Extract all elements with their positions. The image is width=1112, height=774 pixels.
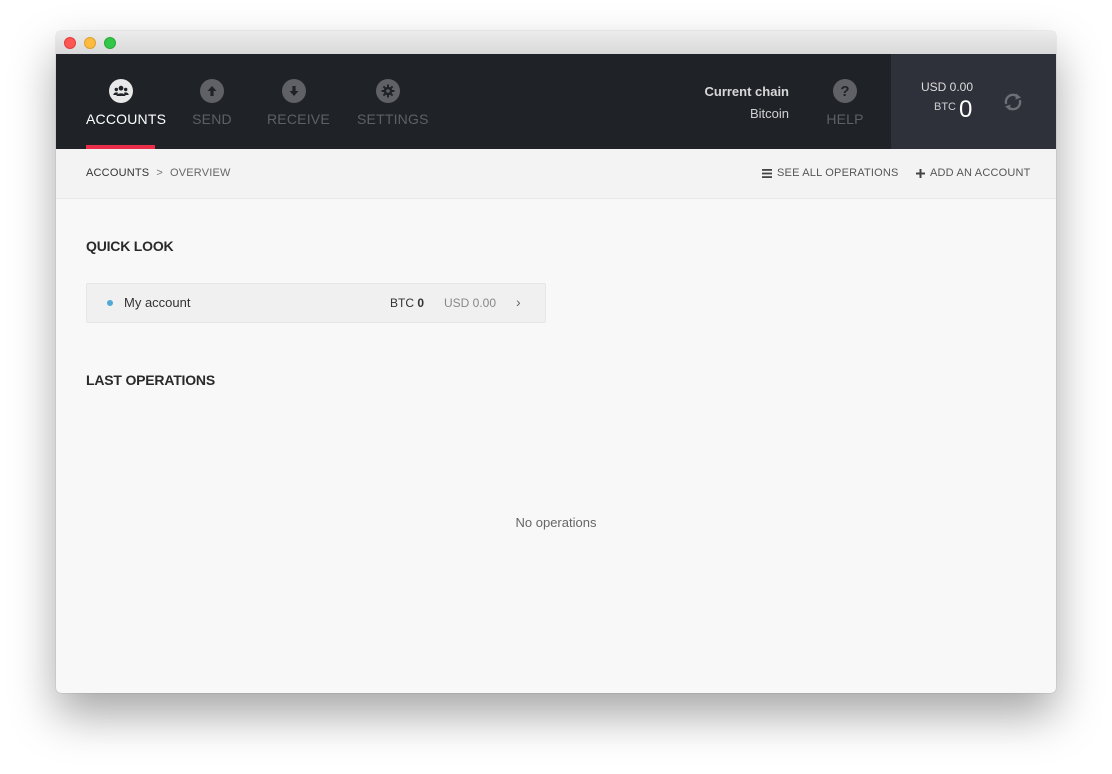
nav-help[interactable]: ? HELP [824, 54, 866, 149]
current-chain[interactable]: Current chain Bitcoin [704, 84, 789, 121]
nav-settings[interactable]: SETTINGS [357, 54, 429, 149]
top-navigation-bar: ACCOUNTS SEND RECEIVE SETTINGS Current c… [56, 54, 1056, 149]
nav-send[interactable]: SEND [192, 54, 232, 149]
maximize-window-button[interactable] [104, 37, 116, 49]
add-account-button[interactable]: ADD AN ACCOUNT [916, 167, 1031, 179]
gear-icon [376, 79, 400, 103]
list-icon [762, 168, 772, 178]
sub-header-bar: ACCOUNTS > OVERVIEW SEE ALL OPERATIONS ADD… [56, 149, 1056, 199]
account-btc-balance: BTC 0 [390, 296, 424, 310]
nav-accounts[interactable]: ACCOUNTS [86, 54, 167, 149]
account-usd-balance: USD 0.00 [444, 296, 497, 310]
current-chain-name: Bitcoin [749, 106, 789, 121]
chevron-right-icon: › [516, 294, 521, 310]
account-btc-value: 0 [417, 296, 425, 310]
account-name: My account [124, 295, 191, 310]
breadcrumb-overview: OVERVIEW [169, 167, 231, 179]
close-window-button[interactable] [64, 37, 76, 49]
breadcrumb-accounts[interactable]: ACCOUNTS [86, 167, 149, 179]
nav-accounts-label: ACCOUNTS [86, 111, 167, 127]
balance-panel: USD 0.00 BTC 0 [891, 54, 1056, 149]
accounts-icon [108, 79, 133, 103]
question-icon: ? [833, 79, 857, 103]
nav-receive[interactable]: RECEIVE [267, 54, 330, 149]
app-window: ACCOUNTS SEND RECEIVE SETTINGS Current c… [56, 31, 1056, 693]
current-chain-title: Current chain [704, 84, 789, 99]
account-card[interactable]: My account BTC 0 USD 0.00 › [86, 283, 546, 323]
breadcrumb-separator: > [156, 167, 163, 179]
see-all-operations-label: SEE ALL OPERATIONS [777, 167, 899, 179]
balance-btc-label: BTC [934, 101, 956, 113]
nav-settings-label: SETTINGS [357, 111, 429, 127]
arrow-up-icon [200, 79, 224, 103]
see-all-operations-button[interactable]: SEE ALL OPERATIONS [762, 167, 899, 179]
quick-look-title: QUICK LOOK [86, 238, 174, 254]
account-status-dot [107, 300, 113, 306]
last-operations-title: LAST OPERATIONS [86, 372, 215, 388]
account-btc-label: BTC [390, 296, 414, 310]
minimize-window-button[interactable] [84, 37, 96, 49]
add-account-label: ADD AN ACCOUNT [930, 167, 1031, 179]
breadcrumb: ACCOUNTS > OVERVIEW [86, 167, 231, 179]
arrow-down-icon [282, 79, 306, 103]
nav-receive-label: RECEIVE [267, 111, 330, 127]
nav-help-label: HELP [826, 111, 864, 127]
balance-usd: USD 0.00 [921, 80, 974, 94]
plus-icon [916, 168, 925, 178]
refresh-icon[interactable] [1001, 90, 1025, 114]
nav-send-label: SEND [192, 111, 232, 127]
title-bar [56, 31, 1056, 55]
no-operations-message: No operations [515, 515, 597, 530]
balance-btc-value: 0 [959, 96, 973, 123]
